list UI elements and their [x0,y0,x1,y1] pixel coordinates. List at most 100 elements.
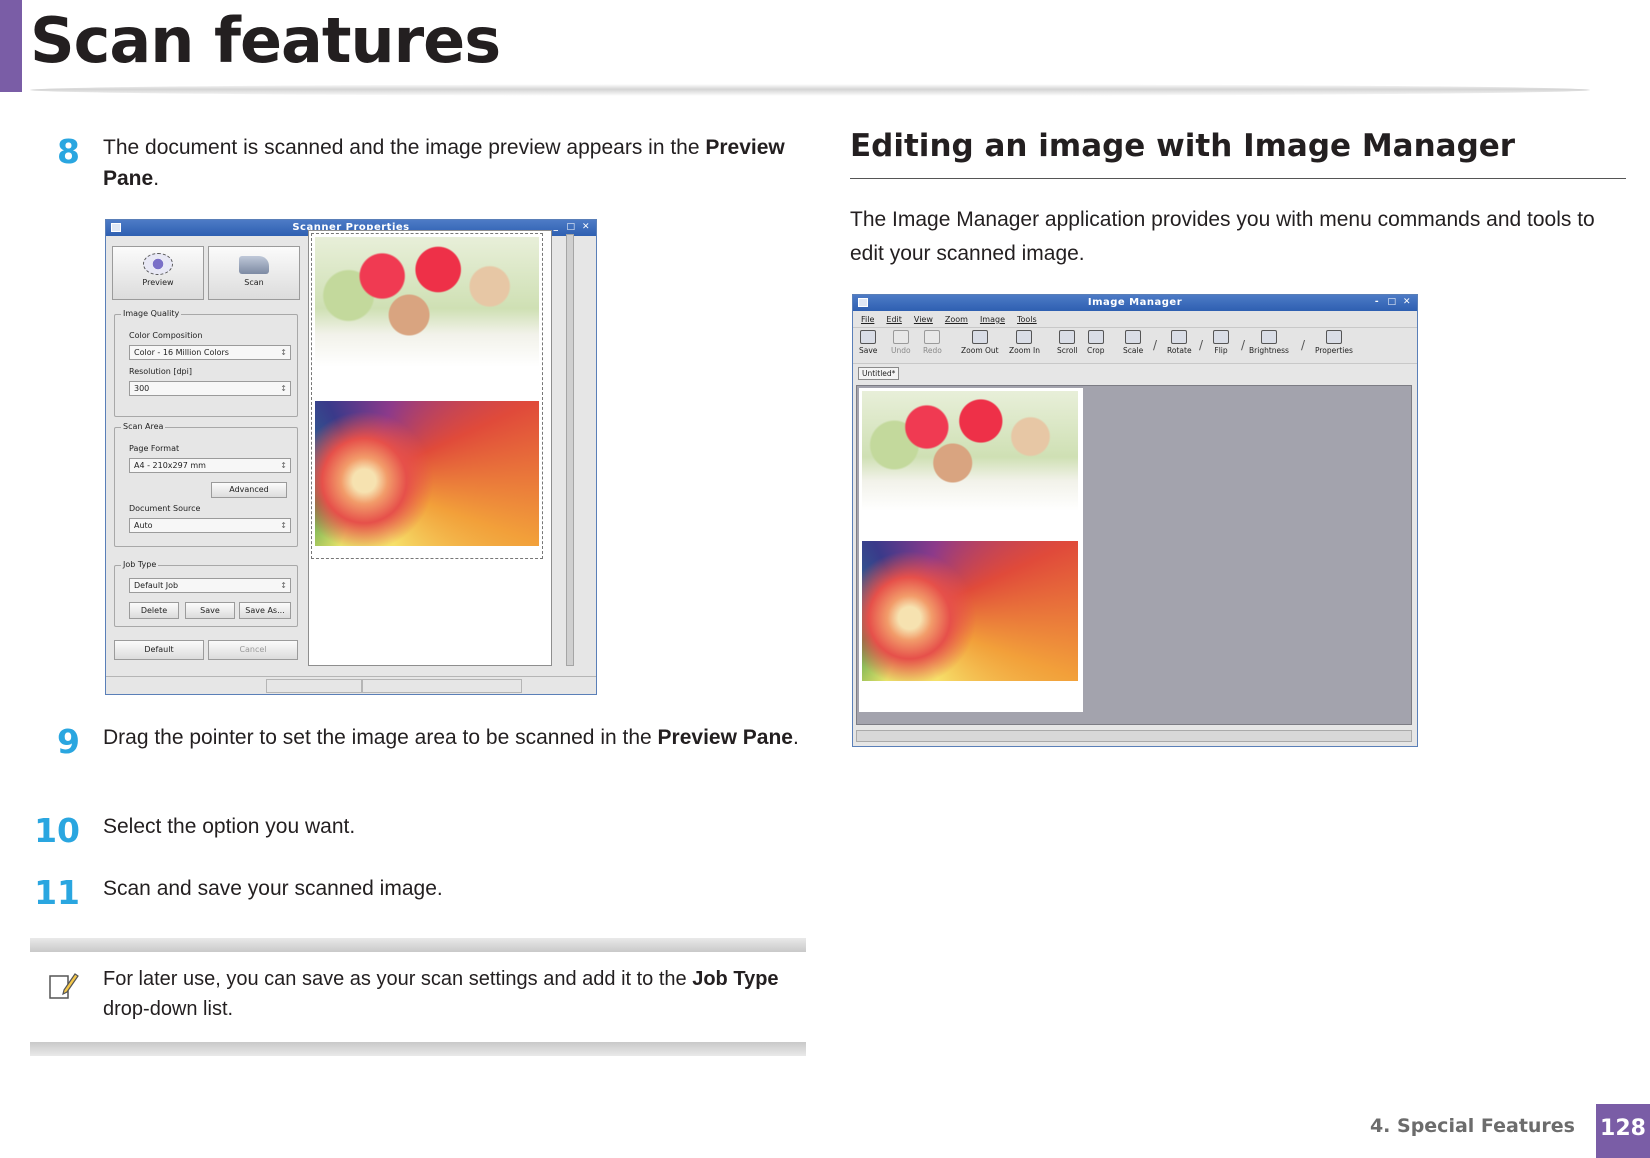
image-quality-legend: Image Quality [121,309,182,318]
resolution-label: Resolution [dpi] [129,367,192,376]
brightness-tool[interactable]: Brightness [1249,330,1289,355]
toolbar-separator: / [1153,338,1158,352]
scroll-icon [1059,330,1076,344]
menu-view[interactable]: View [914,311,933,327]
note-text: For later use, you can save as your scan… [103,968,779,1020]
crop-tool[interactable]: Crop [1087,330,1105,355]
scroll-tool[interactable]: Scroll [1057,330,1078,355]
document-tab[interactable]: Untitled* [858,367,900,380]
page-title: Scan features [30,4,501,77]
scanned-photo-flowers [315,237,539,367]
step-number: 11 [34,873,80,912]
section-body: The Image Manager application provides y… [850,208,1595,265]
rotate-tool[interactable]: Rotate [1167,330,1192,355]
eye-icon [143,253,173,275]
minimize-icon[interactable]: - [1371,297,1383,308]
scan-area-legend: Scan Area [121,422,166,431]
image-page [859,388,1083,712]
zoom-in-tool[interactable]: Zoom In [1009,330,1040,355]
zoom-out-tool[interactable]: Zoom Out [961,330,999,355]
scan-area-group: Scan Area Page Format A4 - 210x297 mm Ad… [114,422,298,547]
preview-button[interactable]: Preview [112,246,204,300]
step-text: Drag the pointer to set the image area t… [103,726,799,749]
scale-icon [1125,330,1142,344]
preview-button-label: Preview [142,278,174,287]
redo-icon [924,330,941,344]
maximize-icon[interactable]: □ [565,222,577,233]
document-source-select[interactable]: Auto [129,518,291,533]
flip-tool[interactable]: Flip [1213,330,1229,355]
brightness-icon [1260,330,1277,344]
job-type-legend: Job Type [121,560,159,569]
toolbar-separator: / [1301,338,1306,352]
status-cell [362,679,522,693]
app-icon [858,298,868,307]
undo-tool[interactable]: Undo [891,330,911,355]
zoom-out-icon [971,330,988,344]
default-button[interactable]: Default [114,640,204,660]
page-number: 128 [1596,1104,1650,1158]
image-manager-title: Image Manager [1087,297,1183,308]
page-format-label: Page Format [129,444,180,453]
step-number: 8 [57,132,80,171]
note-bottom-band [30,1042,806,1056]
title-divider [30,84,1590,96]
scan-button-label: Scan [244,278,264,287]
preview-pane[interactable] [308,230,552,666]
section-title: Editing an image with Image Manager [850,128,1516,164]
step-number: 9 [57,722,80,761]
save-icon [860,330,877,344]
step-text: The document is scanned and the image pr… [103,136,785,190]
scan-button[interactable]: Scan [208,246,300,300]
scanner-icon [239,256,269,274]
note-top-band [30,938,806,952]
close-icon[interactable]: ✕ [580,222,592,233]
properties-icon [1325,330,1342,344]
save-as-button[interactable]: Save As... [239,602,291,619]
page-format-select[interactable]: A4 - 210x297 mm [129,458,291,473]
note-box: For later use, you can save as your scan… [30,938,806,1056]
toolbar: Save Undo Redo Zoom Out Zoom In Scroll C… [853,328,1417,364]
image-manager-window: Image Manager - □ ✕ File Edit View Zoom … [852,294,1418,747]
advanced-button[interactable]: Advanced [211,482,287,498]
horizontal-scrollbar[interactable] [856,730,1412,742]
preview-scrollbar[interactable] [566,234,574,666]
image-photo-burst [862,541,1078,681]
menu-image[interactable]: Image [980,311,1005,327]
undo-icon [892,330,909,344]
flip-icon [1213,330,1229,344]
zoom-in-icon [1016,330,1033,344]
section-divider [850,178,1626,179]
image-manager-titlebar: Image Manager - □ ✕ [853,295,1417,311]
rotate-icon [1171,330,1188,344]
toolbar-separator: / [1199,338,1204,352]
maximize-icon[interactable]: □ [1386,297,1398,308]
step-text: Scan and save your scanned image. [103,877,443,900]
scale-tool[interactable]: Scale [1123,330,1143,355]
color-composition-select[interactable]: Color - 16 Million Colors [129,345,291,360]
resolution-select[interactable]: 300 [129,381,291,396]
scanned-photo-burst [315,401,539,546]
color-composition-label: Color Composition [129,331,203,340]
app-icon [111,223,121,232]
menu-zoom[interactable]: Zoom [945,311,968,327]
close-icon[interactable]: ✕ [1401,297,1413,308]
crop-icon [1087,330,1104,344]
image-quality-group: Image Quality Color Composition Color - … [114,309,298,417]
save-button[interactable]: Save [185,602,235,619]
footer-chapter: 4. Special Features [1369,1115,1575,1137]
job-type-select[interactable]: Default Job [129,578,291,593]
save-tool[interactable]: Save [859,330,877,355]
job-type-group: Job Type Default Job Delete Save Save As… [114,560,298,627]
step-text: Select the option you want. [103,815,356,838]
redo-tool[interactable]: Redo [923,330,942,355]
image-photo-flowers [862,391,1078,511]
note-pencil-icon [49,973,79,999]
properties-tool[interactable]: Properties [1315,330,1353,355]
delete-button[interactable]: Delete [129,602,179,619]
menu-edit[interactable]: Edit [886,311,902,327]
image-canvas[interactable] [856,385,1412,725]
menu-file[interactable]: File [861,311,874,327]
menu-tools[interactable]: Tools [1017,311,1037,327]
cancel-button[interactable]: Cancel [208,640,298,660]
